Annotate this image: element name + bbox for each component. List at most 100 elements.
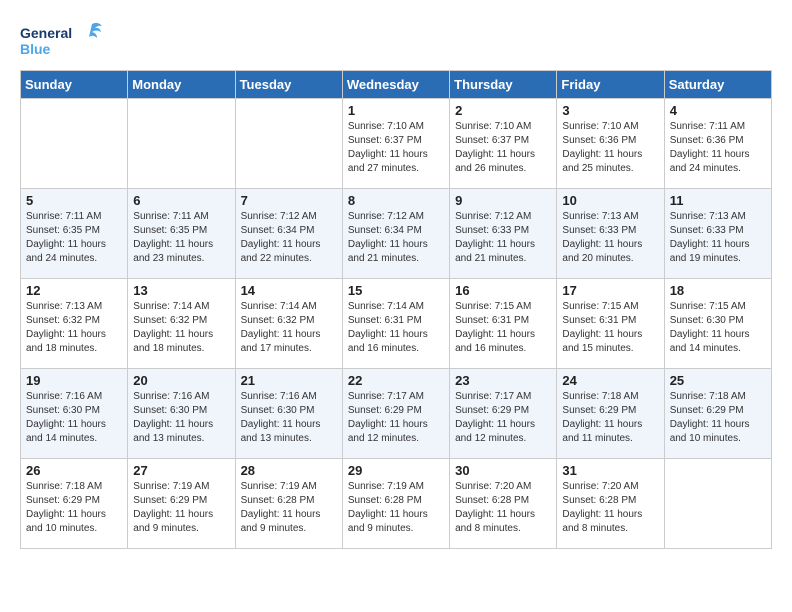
day-info: Sunrise: 7:17 AM Sunset: 6:29 PM Dayligh… [455,390,551,446]
calendar-week-row: 19 Sunrise: 7:16 AM Sunset: 6:30 PM Dayli… [21,369,772,459]
calendar-day-cell [128,99,235,189]
day-info: Sunrise: 7:10 AM Sunset: 6:37 PM Dayligh… [455,120,551,176]
day-info: Sunrise: 7:13 AM Sunset: 6:33 PM Dayligh… [670,210,766,266]
day-info: Sunrise: 7:12 AM Sunset: 6:34 PM Dayligh… [348,210,444,266]
calendar-day-cell: 3 Sunrise: 7:10 AM Sunset: 6:36 PM Daylig… [557,99,664,189]
day-number: 28 [241,463,337,478]
calendar-day-cell: 27 Sunrise: 7:19 AM Sunset: 6:29 PM Dayli… [128,459,235,549]
day-number: 15 [348,283,444,298]
day-info: Sunrise: 7:14 AM Sunset: 6:32 PM Dayligh… [241,300,337,356]
weekday-header-wednesday: Wednesday [342,71,449,99]
day-number: 7 [241,193,337,208]
weekday-header-thursday: Thursday [450,71,557,99]
calendar-day-cell: 4 Sunrise: 7:11 AM Sunset: 6:36 PM Daylig… [664,99,771,189]
day-number: 19 [26,373,122,388]
calendar-day-cell: 12 Sunrise: 7:13 AM Sunset: 6:32 PM Dayli… [21,279,128,369]
day-info: Sunrise: 7:12 AM Sunset: 6:34 PM Dayligh… [241,210,337,266]
day-info: Sunrise: 7:16 AM Sunset: 6:30 PM Dayligh… [241,390,337,446]
day-info: Sunrise: 7:10 AM Sunset: 6:37 PM Dayligh… [348,120,444,176]
calendar-day-cell: 15Sunrise: 7:14 AM Sunset: 6:31 PM Dayli… [342,279,449,369]
day-number: 6 [133,193,229,208]
day-number: 3 [562,103,658,118]
calendar-day-cell: 18 Sunrise: 7:15 AM Sunset: 6:30 PM Dayli… [664,279,771,369]
calendar-day-cell: 19Sunrise: 7:16 AM Sunset: 6:30 PM Dayli… [21,369,128,459]
day-info: Sunrise: 7:20 AM Sunset: 6:28 PM Dayligh… [562,480,658,536]
calendar-week-row: 5 Sunrise: 7:11 AM Sunset: 6:35 PM Daylig… [21,189,772,279]
day-info: Sunrise: 7:15 AM Sunset: 6:31 PM Dayligh… [455,300,551,356]
calendar-day-cell: 1 Sunrise: 7:10 AM Sunset: 6:37 PM Daylig… [342,99,449,189]
day-info: Sunrise: 7:15 AM Sunset: 6:30 PM Dayligh… [670,300,766,356]
day-info: Sunrise: 7:18 AM Sunset: 6:29 PM Dayligh… [670,390,766,446]
day-info: Sunrise: 7:15 AM Sunset: 6:31 PM Dayligh… [562,300,658,356]
day-info: Sunrise: 7:11 AM Sunset: 6:36 PM Dayligh… [670,120,766,176]
weekday-header-tuesday: Tuesday [235,71,342,99]
day-info: Sunrise: 7:13 AM Sunset: 6:33 PM Dayligh… [562,210,658,266]
calendar-day-cell: 26 Sunrise: 7:18 AM Sunset: 6:29 PM Dayli… [21,459,128,549]
calendar-day-cell: 16 Sunrise: 7:15 AM Sunset: 6:31 PM Dayli… [450,279,557,369]
calendar-day-cell: 22 Sunrise: 7:17 AM Sunset: 6:29 PM Dayli… [342,369,449,459]
calendar-day-cell: 25 Sunrise: 7:18 AM Sunset: 6:29 PM Dayli… [664,369,771,459]
day-info: Sunrise: 7:18 AM Sunset: 6:29 PM Dayligh… [562,390,658,446]
day-number: 25 [670,373,766,388]
day-number: 22 [348,373,444,388]
day-number: 18 [670,283,766,298]
logo: GeneralBlue [20,20,110,60]
day-info: Sunrise: 7:13 AM Sunset: 6:32 PM Dayligh… [26,300,122,356]
day-number: 1 [348,103,444,118]
day-info: Sunrise: 7:11 AM Sunset: 6:35 PM Dayligh… [133,210,229,266]
day-number: 4 [670,103,766,118]
calendar-day-cell: 28Sunrise: 7:19 AM Sunset: 6:28 PM Dayli… [235,459,342,549]
calendar-day-cell: 5 Sunrise: 7:11 AM Sunset: 6:35 PM Daylig… [21,189,128,279]
day-info: Sunrise: 7:19 AM Sunset: 6:28 PM Dayligh… [348,480,444,536]
calendar-day-cell: 30Sunrise: 7:20 AM Sunset: 6:28 PM Dayli… [450,459,557,549]
day-info: Sunrise: 7:17 AM Sunset: 6:29 PM Dayligh… [348,390,444,446]
calendar-day-cell [664,459,771,549]
day-number: 31 [562,463,658,478]
day-number: 16 [455,283,551,298]
day-number: 27 [133,463,229,478]
day-number: 10 [562,193,658,208]
calendar-day-cell: 23Sunrise: 7:17 AM Sunset: 6:29 PM Dayli… [450,369,557,459]
day-number: 9 [455,193,551,208]
calendar-day-cell: 9Sunrise: 7:12 AM Sunset: 6:33 PM Daylig… [450,189,557,279]
calendar-day-cell: 7 Sunrise: 7:12 AM Sunset: 6:34 PM Daylig… [235,189,342,279]
day-info: Sunrise: 7:19 AM Sunset: 6:29 PM Dayligh… [133,480,229,536]
day-number: 12 [26,283,122,298]
calendar-day-cell: 29 Sunrise: 7:19 AM Sunset: 6:28 PM Dayli… [342,459,449,549]
day-number: 24 [562,373,658,388]
calendar-week-row: 12 Sunrise: 7:13 AM Sunset: 6:32 PM Dayli… [21,279,772,369]
day-number: 21 [241,373,337,388]
day-number: 11 [670,193,766,208]
calendar-day-cell: 20Sunrise: 7:16 AM Sunset: 6:30 PM Dayli… [128,369,235,459]
day-number: 20 [133,373,229,388]
weekday-header-saturday: Saturday [664,71,771,99]
calendar-day-cell: 21 Sunrise: 7:16 AM Sunset: 6:30 PM Dayli… [235,369,342,459]
day-info: Sunrise: 7:10 AM Sunset: 6:36 PM Dayligh… [562,120,658,176]
svg-text:General: General [20,25,72,41]
calendar-day-cell [235,99,342,189]
day-number: 29 [348,463,444,478]
day-info: Sunrise: 7:14 AM Sunset: 6:32 PM Dayligh… [133,300,229,356]
day-number: 26 [26,463,122,478]
calendar-table: SundayMondayTuesdayWednesdayThursdayFrid… [20,70,772,549]
calendar-day-cell: 8Sunrise: 7:12 AM Sunset: 6:34 PM Daylig… [342,189,449,279]
svg-text:Blue: Blue [20,41,51,57]
day-number: 14 [241,283,337,298]
calendar-day-cell [21,99,128,189]
weekday-header-sunday: Sunday [21,71,128,99]
calendar-day-cell: 2 Sunrise: 7:10 AM Sunset: 6:37 PM Daylig… [450,99,557,189]
calendar-week-row: 1 Sunrise: 7:10 AM Sunset: 6:37 PM Daylig… [21,99,772,189]
calendar-day-cell: 17Sunrise: 7:15 AM Sunset: 6:31 PM Dayli… [557,279,664,369]
day-number: 5 [26,193,122,208]
weekday-header-friday: Friday [557,71,664,99]
day-number: 2 [455,103,551,118]
day-info: Sunrise: 7:11 AM Sunset: 6:35 PM Dayligh… [26,210,122,266]
calendar-day-cell: 6 Sunrise: 7:11 AM Sunset: 6:35 PM Daylig… [128,189,235,279]
calendar-day-cell: 24 Sunrise: 7:18 AM Sunset: 6:29 PM Dayli… [557,369,664,459]
calendar-day-cell: 10 Sunrise: 7:13 AM Sunset: 6:33 PM Dayli… [557,189,664,279]
calendar-day-cell: 31 Sunrise: 7:20 AM Sunset: 6:28 PM Dayli… [557,459,664,549]
page-header: GeneralBlue [20,20,772,60]
day-info: Sunrise: 7:18 AM Sunset: 6:29 PM Dayligh… [26,480,122,536]
day-info: Sunrise: 7:20 AM Sunset: 6:28 PM Dayligh… [455,480,551,536]
calendar-day-cell: 11 Sunrise: 7:13 AM Sunset: 6:33 PM Dayli… [664,189,771,279]
